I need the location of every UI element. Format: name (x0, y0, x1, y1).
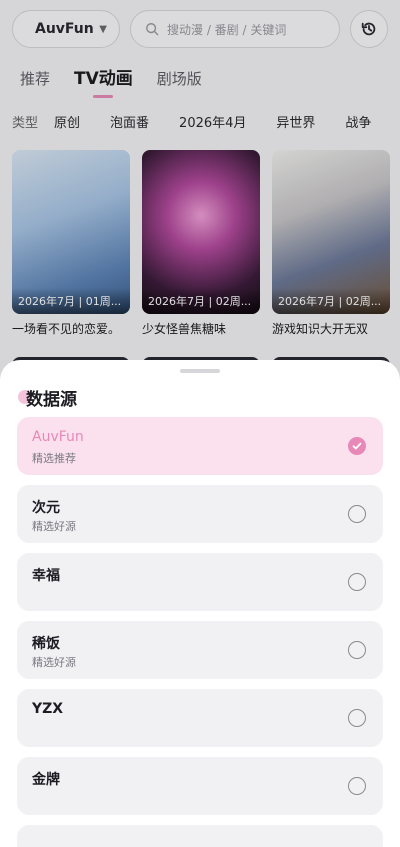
source-name: 幸福 (32, 568, 60, 584)
source-name: 金牌 (32, 772, 60, 788)
source-option-xifan[interactable]: 稀饭 精选好源 (17, 621, 383, 679)
source-option-xingfu[interactable]: 幸福 (17, 553, 383, 611)
source-name: 稀饭 (32, 636, 60, 652)
source-name: AuvFun (32, 429, 84, 445)
radio-icon (348, 777, 366, 795)
data-source-sheet: 数据源 AuvFun 精选推荐 次元 精选好源 幸福 稀饭 精选好源 YZX 金… (0, 360, 400, 847)
radio-icon (348, 505, 366, 523)
radio-icon (348, 573, 366, 591)
sheet-title: 数据源 (26, 390, 77, 410)
source-option-yzx[interactable]: YZX (17, 689, 383, 747)
radio-icon (348, 709, 366, 727)
source-name: YZX (32, 701, 64, 717)
source-name: 次元 (32, 500, 60, 516)
source-option-auvfun[interactable]: AuvFun 精选推荐 (17, 417, 383, 475)
sheet-grabber[interactable] (180, 369, 220, 373)
source-option-partial[interactable] (17, 825, 383, 847)
radio-icon (348, 641, 366, 659)
source-desc: 精选好源 (32, 520, 76, 533)
source-desc: 精选好源 (32, 656, 76, 669)
check-circle-icon (348, 437, 366, 455)
source-desc: 精选推荐 (32, 452, 76, 465)
source-option-ciyuan[interactable]: 次元 精选好源 (17, 485, 383, 543)
source-option-jinpai[interactable]: 金牌 (17, 757, 383, 815)
